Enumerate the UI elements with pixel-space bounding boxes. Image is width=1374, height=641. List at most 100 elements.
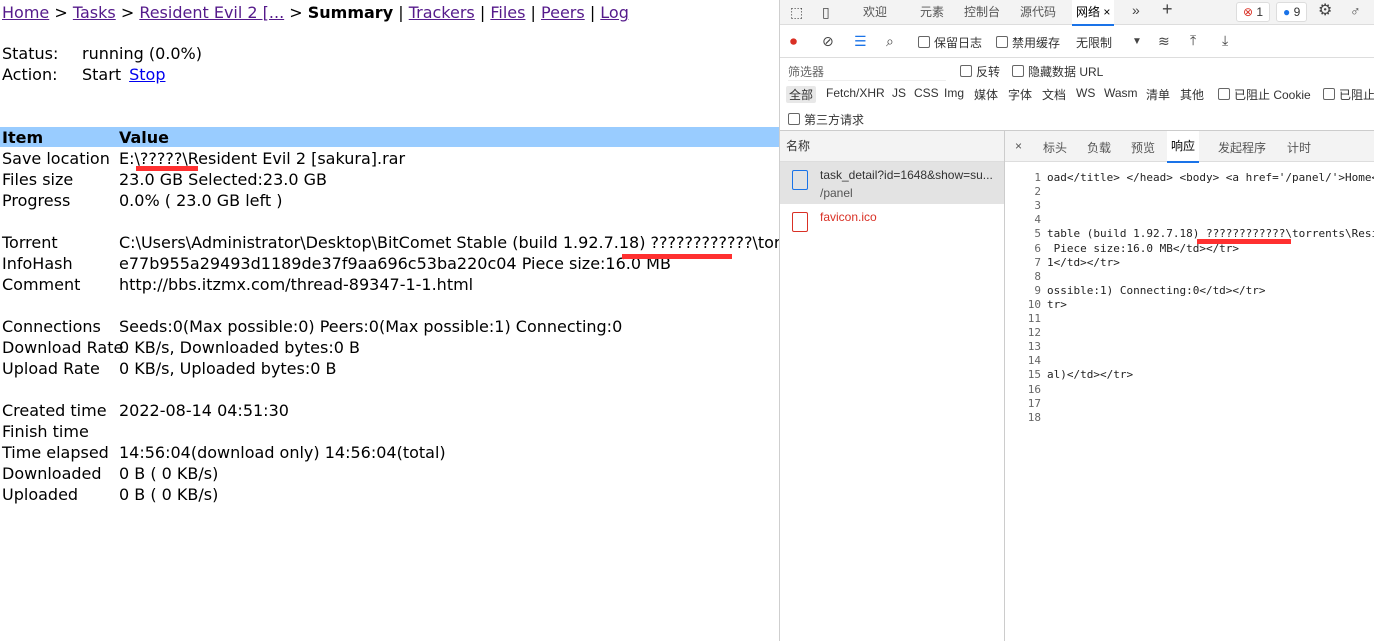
tab-elements[interactable]: 元素: [920, 3, 944, 20]
files-link[interactable]: Files: [490, 3, 525, 22]
status-row: Status: running (0.0%): [2, 44, 202, 64]
line-number: 14: [1027, 354, 1041, 368]
chevron-down-icon[interactable]: ▼: [1132, 34, 1142, 50]
third-party-checkbox[interactable]: 第三方请求: [788, 111, 864, 128]
tab-payload[interactable]: 负载: [1087, 139, 1111, 156]
code-line: al)</td></tr>: [1047, 368, 1134, 382]
breadcrumb-separator: >: [289, 3, 303, 22]
row-value: e77b955a29493d1189de37f9aa696c53ba220c04…: [119, 254, 671, 273]
type-filter-doc[interactable]: 文档: [1042, 86, 1066, 103]
line-number: 10: [1027, 297, 1041, 311]
line-number: 16: [1027, 382, 1041, 396]
type-filter-img[interactable]: Img: [944, 86, 964, 100]
tab-initiator[interactable]: 发起程序: [1218, 139, 1266, 156]
row-item: Progress: [2, 191, 71, 210]
line-number: 6: [1034, 241, 1041, 255]
request-list: 名称 task_detail?id=1648&show=su... /panel…: [780, 131, 1005, 641]
request-detail-pane: × 标头 负载 预览 响应 发起程序 计时 1 oad</title> </hea…: [1005, 131, 1374, 641]
blocked-cookies-checkbox[interactable]: 已阻止 Cookie: [1218, 86, 1311, 103]
row-value: 0 KB/s, Downloaded bytes:0 B: [119, 338, 360, 357]
type-filter-ws[interactable]: WS: [1076, 86, 1095, 100]
line-number: 13: [1027, 340, 1041, 354]
row-item: Created time: [2, 401, 107, 420]
disable-cache-checkbox[interactable]: 禁用缓存: [996, 34, 1060, 51]
tab-preview[interactable]: 预览: [1131, 139, 1155, 156]
filter-input[interactable]: 筛选器: [788, 63, 946, 81]
add-tab-icon[interactable]: +: [1162, 0, 1173, 18]
close-detail-icon[interactable]: ×: [1015, 139, 1022, 153]
breadcrumb-task-link[interactable]: Resident Evil 2 [...: [139, 3, 284, 22]
type-filter-js[interactable]: JS: [892, 86, 906, 100]
invert-checkbox[interactable]: 反转: [960, 63, 1000, 80]
detail-tabs: × 标头 负载 预览 响应 发起程序 计时: [1005, 131, 1374, 163]
filter-icon[interactable]: ☰: [854, 33, 867, 49]
row-value: 14:56:04(download only) 14:56:04(total): [119, 443, 446, 462]
close-tab-icon[interactable]: ×: [1103, 5, 1110, 19]
customize-icon[interactable]: ♂: [1350, 3, 1361, 19]
status-value: running (0.0%): [82, 44, 202, 63]
blocked-requests-checkbox[interactable]: 已阻止: [1323, 86, 1374, 103]
row-value: 0 KB/s, Uploaded bytes:0 B: [119, 359, 337, 378]
request-row[interactable]: task_detail?id=1648&show=su... /panel: [780, 162, 1004, 204]
breadcrumb-home-link[interactable]: Home: [2, 3, 49, 22]
row-item: Download Rate: [2, 338, 124, 357]
code-line: tr>: [1047, 297, 1067, 311]
line-number: 2: [1034, 185, 1041, 199]
request-row[interactable]: favicon.ico: [780, 204, 1004, 246]
row-item: Upload Rate: [2, 359, 100, 378]
type-filter-css[interactable]: CSS: [914, 86, 939, 100]
tab-console[interactable]: 控制台: [964, 3, 1000, 20]
peers-link[interactable]: Peers: [541, 3, 585, 22]
import-har-icon[interactable]: ⤒: [1190, 32, 1196, 48]
throttle-select[interactable]: 无限制: [1076, 34, 1112, 51]
row-item: Comment: [2, 275, 81, 294]
hide-data-urls-checkbox[interactable]: 隐藏数据 URL: [1012, 63, 1103, 80]
row-value: 0 B ( 0 KB/s): [119, 485, 219, 504]
devtools-panel: ⬚ ▯ 欢迎 元素 控制台 源代码 网络 × » + ⊗ 1 ● 9 ⚙ ♂ ⏺…: [779, 0, 1374, 641]
breadcrumb-separator: >: [54, 3, 68, 22]
tab-headers[interactable]: 标头: [1043, 139, 1067, 156]
breadcrumb-tasks-link[interactable]: Tasks: [73, 3, 116, 22]
more-tabs-icon[interactable]: »: [1132, 2, 1140, 18]
trackers-link[interactable]: Trackers: [409, 3, 475, 22]
stop-link[interactable]: Stop: [129, 65, 165, 84]
name-column-header[interactable]: 名称: [780, 131, 1004, 162]
row-item: Connections: [2, 317, 101, 336]
export-har-icon[interactable]: ⤓: [1222, 32, 1228, 48]
type-filter-manifest[interactable]: 清单: [1146, 86, 1170, 103]
tab-sources[interactable]: 源代码: [1020, 3, 1056, 20]
type-filter-wasm[interactable]: Wasm: [1104, 86, 1138, 100]
row-item: InfoHash: [2, 254, 73, 273]
breadcrumb-separator: >: [120, 3, 135, 22]
nav-separator: |: [479, 3, 486, 22]
type-filter-media[interactable]: 媒体: [974, 86, 998, 103]
task-summary-page: Home > Tasks > Resident Evil 2 [... > Su…: [0, 0, 779, 641]
resource-type-filters: 全部 Fetch/XHR JS CSS Img 媒体 字体 文档 WS Wasm…: [780, 82, 1374, 104]
type-filter-fetch[interactable]: Fetch/XHR: [826, 86, 885, 100]
network-conditions-icon[interactable]: ≋: [1158, 33, 1170, 49]
clear-icon[interactable]: ⊘: [822, 33, 834, 49]
preserve-log-checkbox[interactable]: 保留日志: [918, 34, 982, 51]
tab-network[interactable]: 网络 ×: [1072, 0, 1115, 26]
device-toolbar-icon[interactable]: ▯: [822, 4, 830, 20]
error-count-badge[interactable]: ⊗ 1: [1236, 2, 1271, 22]
type-filter-all[interactable]: 全部: [786, 86, 817, 103]
tab-response[interactable]: 响应: [1167, 131, 1200, 163]
row-item: Downloaded: [2, 464, 102, 483]
line-number: 5: [1034, 227, 1041, 241]
record-stop-icon[interactable]: ⏺: [790, 33, 797, 49]
settings-gear-icon[interactable]: ⚙: [1318, 3, 1332, 19]
search-icon[interactable]: ⌕: [886, 33, 894, 49]
row-value: http://bbs.itzmx.com/thread-89347-1-1.ht…: [119, 275, 474, 294]
code-line: 1</td></tr>: [1047, 255, 1120, 269]
tab-timing[interactable]: 计时: [1287, 139, 1311, 156]
tab-welcome[interactable]: 欢迎: [863, 3, 887, 20]
code-line: oad</title> </head> <body> <a href='/pan…: [1047, 171, 1374, 184]
type-filter-font[interactable]: 字体: [1008, 86, 1032, 103]
type-filter-other[interactable]: 其他: [1180, 86, 1204, 103]
log-link[interactable]: Log: [600, 3, 629, 22]
message-count-badge[interactable]: ● 9: [1276, 2, 1308, 22]
breadcrumb-current: Summary: [307, 3, 394, 22]
inspect-element-icon[interactable]: ⬚: [790, 4, 803, 20]
row-item: Save location: [2, 149, 110, 168]
